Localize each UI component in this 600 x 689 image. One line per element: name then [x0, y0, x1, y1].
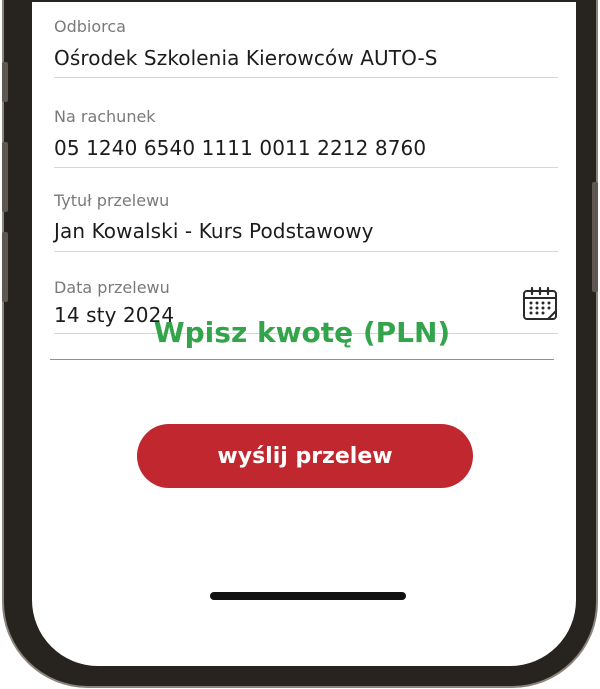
transfer-title-label: Tytuł przelewu [54, 191, 170, 210]
recipient-value: Ośrodek Szkolenia Kierowców AUTO-S [54, 46, 438, 70]
phone-screen: Odbiorca Ośrodek Szkolenia Kierowców AUT… [32, 2, 576, 666]
phone-frame: Odbiorca Ośrodek Szkolenia Kierowców AUT… [2, 0, 598, 688]
amount-input[interactable]: Wpisz kwotę (PLN) [50, 316, 554, 349]
recipient-label: Odbiorca [54, 17, 126, 36]
account-value: 05 1240 6540 1111 0011 2212 8760 [54, 136, 427, 160]
phone-side-button [2, 232, 8, 302]
recipient-field[interactable]: Odbiorca Ośrodek Szkolenia Kierowców AUT… [54, 2, 558, 78]
phone-side-button [2, 62, 8, 102]
account-field[interactable]: Na rachunek 05 1240 6540 1111 0011 2212 … [54, 78, 558, 168]
transfer-title-value: Jan Kowalski - Kurs Podstawowy [54, 219, 374, 243]
amount-underline [50, 359, 554, 360]
home-indicator [210, 592, 406, 600]
send-transfer-button[interactable]: wyślij przelew [137, 424, 473, 488]
phone-power-button [592, 182, 598, 292]
transfer-title-field[interactable]: Tytuł przelewu Jan Kowalski - Kurs Podst… [54, 168, 558, 252]
phone-side-button [2, 142, 8, 212]
transfer-date-label: Data przelewu [54, 278, 170, 297]
account-label: Na rachunek [54, 107, 156, 126]
